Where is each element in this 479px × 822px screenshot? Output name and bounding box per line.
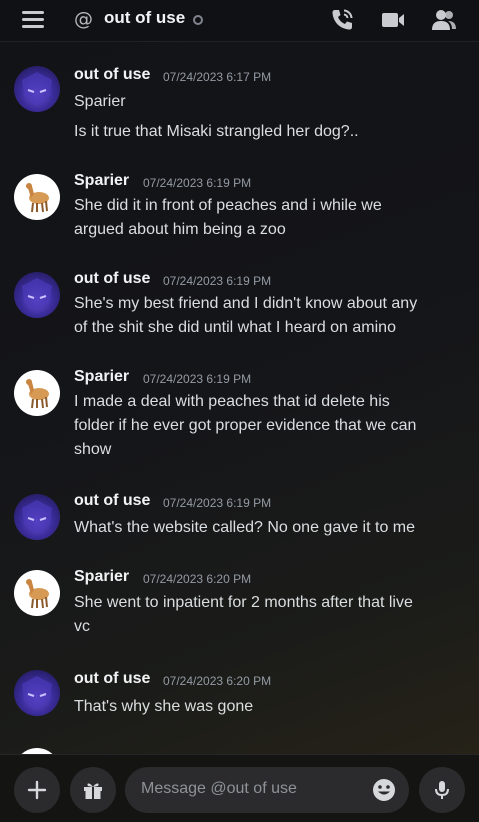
message-timestamp: 07/24/2023 6:19 PM [163, 274, 272, 288]
message-text: show [74, 441, 112, 458]
out-of-use-avatar[interactable] [14, 66, 60, 112]
message-author[interactable]: out of use [74, 492, 150, 510]
menu-icon[interactable] [22, 11, 44, 29]
sparier-avatar[interactable] [14, 370, 60, 416]
top-bar: @ out of use [0, 0, 479, 42]
message-timestamp: 07/24/2023 6:20 PM [143, 572, 252, 586]
channel-title[interactable]: out of use [104, 8, 185, 28]
message-author[interactable]: Sparier [74, 172, 129, 190]
message-text: vc [74, 618, 90, 635]
message-text: folder if he ever got proper evidence th… [74, 417, 417, 434]
out-of-use-avatar[interactable] [14, 494, 60, 540]
message-text: I made a deal with peaches that id delet… [74, 393, 390, 410]
message-author[interactable]: Sparier [74, 368, 129, 386]
message-text: What's the website called? No one gave i… [74, 519, 416, 536]
call-icon[interactable] [329, 7, 355, 33]
message-text: That's why she was gone [74, 698, 254, 715]
offline-status-icon [193, 15, 203, 25]
gift-icon[interactable] [70, 767, 116, 813]
message-text: She's my best friend and I didn't know a… [74, 295, 418, 312]
sparier-avatar[interactable] [14, 570, 60, 616]
message-text: Sparier [74, 93, 126, 110]
members-icon[interactable] [431, 7, 457, 33]
message-author[interactable]: out of use [74, 66, 150, 84]
message-timestamp: 07/24/2023 6:19 PM [143, 372, 252, 386]
at-icon: @ [74, 8, 93, 30]
out-of-use-avatar[interactable] [14, 670, 60, 716]
message-timestamp: 07/24/2023 6:20 PM [163, 674, 272, 688]
composer-bar: Message @out of use [0, 754, 479, 822]
emoji-icon[interactable] [372, 778, 396, 802]
message-text: She went to inpatient for 2 months after… [74, 594, 413, 611]
message-list[interactable]: out of use 07/24/2023 6:17 PM Sparier Is… [0, 42, 479, 754]
plus-icon[interactable] [14, 767, 60, 813]
message-timestamp: 07/24/2023 6:17 PM [163, 70, 272, 84]
video-icon[interactable] [380, 7, 406, 33]
message-text: of the shit she did until what I heard o… [74, 319, 396, 336]
sparier-avatar[interactable] [14, 174, 60, 220]
message-text: Is it true that Misaki strangled her dog… [74, 123, 359, 140]
message-text: argued about him being a zoo [74, 221, 286, 238]
message-author[interactable]: out of use [74, 670, 150, 688]
message-timestamp: 07/24/2023 6:19 PM [143, 176, 252, 190]
message-author[interactable]: Sparier [74, 568, 129, 586]
microphone-icon[interactable] [419, 767, 465, 813]
message-author[interactable]: out of use [74, 270, 150, 288]
out-of-use-avatar[interactable] [14, 272, 60, 318]
message-text: She did it in front of peaches and i whi… [74, 197, 382, 214]
message-timestamp: 07/24/2023 6:19 PM [163, 496, 272, 510]
message-input[interactable]: Message @out of use [125, 767, 409, 813]
message-input-placeholder: Message @out of use [141, 780, 297, 797]
